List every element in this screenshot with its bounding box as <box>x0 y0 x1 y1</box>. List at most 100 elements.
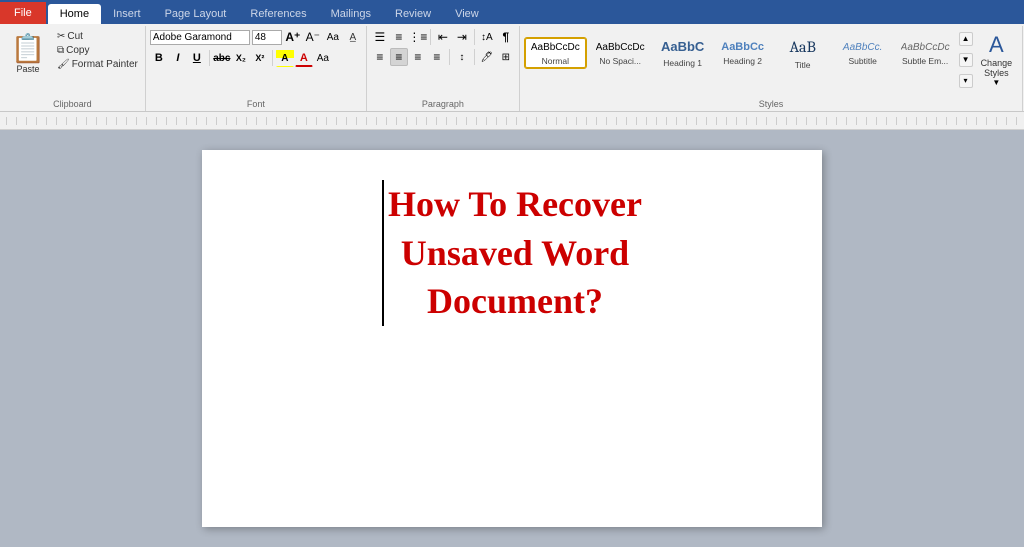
clipboard-sub-buttons: ✂ Cut ⧉ Copy 🖌 Format Painter <box>54 28 141 85</box>
styles-label: Styles <box>520 99 1022 109</box>
copy-icon: ⧉ <box>57 45 64 56</box>
tab-file[interactable]: File <box>0 2 46 24</box>
align-right-button[interactable]: ≡ <box>409 48 427 66</box>
change-styles-label: Change Styles <box>981 58 1013 78</box>
style-subtitle-label: Subtitle <box>848 56 876 66</box>
change-styles-icon: A <box>989 32 1004 58</box>
format-painter-icon: 🖌 <box>57 59 70 70</box>
tab-view[interactable]: View <box>443 4 491 24</box>
style-heading1[interactable]: AaBbC Heading 1 <box>654 34 712 71</box>
text-highlight-button[interactable]: A <box>276 49 294 67</box>
ribbon-tabs: File Home Insert Page Layout References … <box>0 0 1024 24</box>
strikethrough-button[interactable]: abc <box>213 49 231 67</box>
copy-button[interactable]: ⧉ Copy <box>54 44 141 57</box>
document-title-line2: Unsaved Word <box>388 229 642 278</box>
increase-indent-button[interactable]: ⇥ <box>453 28 471 46</box>
style-subtle-em-label: Subtle Em... <box>902 56 948 66</box>
tab-insert[interactable]: Insert <box>101 4 153 24</box>
multilevel-list-button[interactable]: ⋮≡ <box>409 28 427 46</box>
document-title: How To Recover Unsaved Word Document? <box>382 180 642 326</box>
font-group: A⁺ A⁻ Aa A̲ B I U abc X₂ X² A A Aa Font <box>146 26 367 111</box>
style-normal-preview: AaBbCcDc <box>531 40 580 56</box>
numbering-button[interactable]: ≡ <box>390 28 408 46</box>
increase-font-button[interactable]: A⁺ <box>284 28 302 46</box>
style-heading1-label: Heading 1 <box>663 58 702 68</box>
style-scroll-down[interactable]: ▼ <box>959 53 973 67</box>
style-more[interactable]: ▾ <box>959 74 973 88</box>
styles-group: AaBbCcDc Normal AaBbCcDc No Spaci... AaB… <box>520 26 1023 111</box>
decrease-indent-button[interactable]: ⇤ <box>434 28 452 46</box>
clipboard-label: Clipboard <box>0 99 145 109</box>
tab-references[interactable]: References <box>238 4 318 24</box>
sort-button[interactable]: ↕A <box>478 28 496 46</box>
style-heading2-label: Heading 2 <box>723 56 762 66</box>
style-normal-label: Normal <box>542 56 569 66</box>
style-subtle-em-preview: AaBbCcDc <box>901 40 950 56</box>
ribbon: 📋 Paste ✂ Cut ⧉ Copy 🖌 Format Painter Cl… <box>0 24 1024 112</box>
style-heading1-preview: AaBbC <box>661 37 705 58</box>
tab-home[interactable]: Home <box>48 4 101 24</box>
paragraph-group: ☰ ≡ ⋮≡ ⇤ ⇥ ↕A ¶ ≡ ≡ ≡ ≡ ↕ 🖊 ⊞ <box>367 26 520 111</box>
ruler <box>0 112 1024 130</box>
font-color-button[interactable]: A <box>295 49 313 67</box>
style-subtitle-preview: AaBbCc. <box>841 40 885 56</box>
text-effects-button[interactable]: A̲ <box>344 28 362 46</box>
para-sep2 <box>474 29 475 45</box>
para-sep1 <box>430 29 431 45</box>
superscript-button[interactable]: X² <box>251 49 269 67</box>
align-left-button[interactable]: ≡ <box>371 48 389 66</box>
align-center-button[interactable]: ≡ <box>390 48 408 66</box>
ruler-marks <box>6 117 1018 125</box>
font-size-input[interactable] <box>252 30 282 45</box>
underline-button[interactable]: U <box>188 49 206 67</box>
format-painter-button[interactable]: 🖌 Format Painter <box>54 58 141 71</box>
font-name-input[interactable] <box>150 30 250 45</box>
font-label: Font <box>146 99 366 109</box>
document-title-line1: How To Recover <box>388 180 642 229</box>
style-title-label: Title <box>795 60 811 70</box>
subscript-button[interactable]: X₂ <box>232 49 250 67</box>
style-title-preview: AaB <box>781 35 825 61</box>
cut-button[interactable]: ✂ Cut <box>54 30 141 43</box>
bold-button[interactable]: B <box>150 49 168 67</box>
styles-strip: AaBbCcDc Normal AaBbCcDc No Spaci... AaB… <box>524 32 957 88</box>
style-no-spacing-preview: AaBbCcDc <box>596 40 645 56</box>
paragraph-label: Paragraph <box>367 99 519 109</box>
style-no-spacing[interactable]: AaBbCcDc No Spaci... <box>589 37 652 69</box>
para-sep3 <box>449 49 450 65</box>
change-styles-button[interactable]: A Change Styles ▼ <box>975 28 1019 91</box>
scissors-icon: ✂ <box>57 31 65 42</box>
style-subtle-em[interactable]: AaBbCcDc Subtle Em... <box>894 37 957 69</box>
style-heading2[interactable]: AaBbCc Heading 2 <box>714 36 772 70</box>
justify-button[interactable]: ≡ <box>428 48 446 66</box>
clear-format-button[interactable]: Aa <box>324 28 342 46</box>
style-scroll-buttons: ▲ ▼ ▾ <box>959 30 973 90</box>
paste-label: Paste <box>16 64 39 74</box>
document-area: How To Recover Unsaved Word Document? <box>0 130 1024 547</box>
tab-review[interactable]: Review <box>383 4 443 24</box>
tab-mailings[interactable]: Mailings <box>319 4 383 24</box>
style-scroll-up[interactable]: ▲ <box>959 32 973 46</box>
tab-page-layout[interactable]: Page Layout <box>153 4 239 24</box>
style-title[interactable]: AaB Title <box>774 32 832 74</box>
style-subtitle[interactable]: AaBbCc. Subtitle <box>834 37 892 69</box>
font-format-row: B I U abc X₂ X² A A Aa <box>150 49 332 67</box>
list-buttons-row: ☰ ≡ ⋮≡ ⇤ ⇥ ↕A ¶ <box>371 28 515 46</box>
paste-button[interactable]: 📋 Paste <box>4 28 52 78</box>
italic-button[interactable]: I <box>169 49 187 67</box>
separator1 <box>209 50 210 66</box>
decrease-font-button[interactable]: A⁻ <box>304 28 322 46</box>
style-normal[interactable]: AaBbCcDc Normal <box>524 37 587 69</box>
show-formatting-button[interactable]: ¶ <box>497 28 515 46</box>
document-title-line3: Document? <box>388 277 642 326</box>
borders-button[interactable]: ⊞ <box>497 48 515 66</box>
align-buttons-row: ≡ ≡ ≡ ≡ ↕ 🖊 ⊞ <box>371 48 515 66</box>
paragraph-controls: ☰ ≡ ⋮≡ ⇤ ⇥ ↕A ¶ ≡ ≡ ≡ ≡ ↕ 🖊 ⊞ <box>371 28 515 80</box>
style-no-spacing-label: No Spaci... <box>599 56 641 66</box>
line-spacing-button[interactable]: ↕ <box>453 48 471 66</box>
shading-button[interactable]: 🖊 <box>478 48 496 66</box>
bullets-button[interactable]: ☰ <box>371 28 389 46</box>
paste-icon: 📋 <box>12 32 44 64</box>
change-styles-arrow: ▼ <box>992 78 1000 87</box>
change-case-button[interactable]: Aa <box>314 49 332 67</box>
